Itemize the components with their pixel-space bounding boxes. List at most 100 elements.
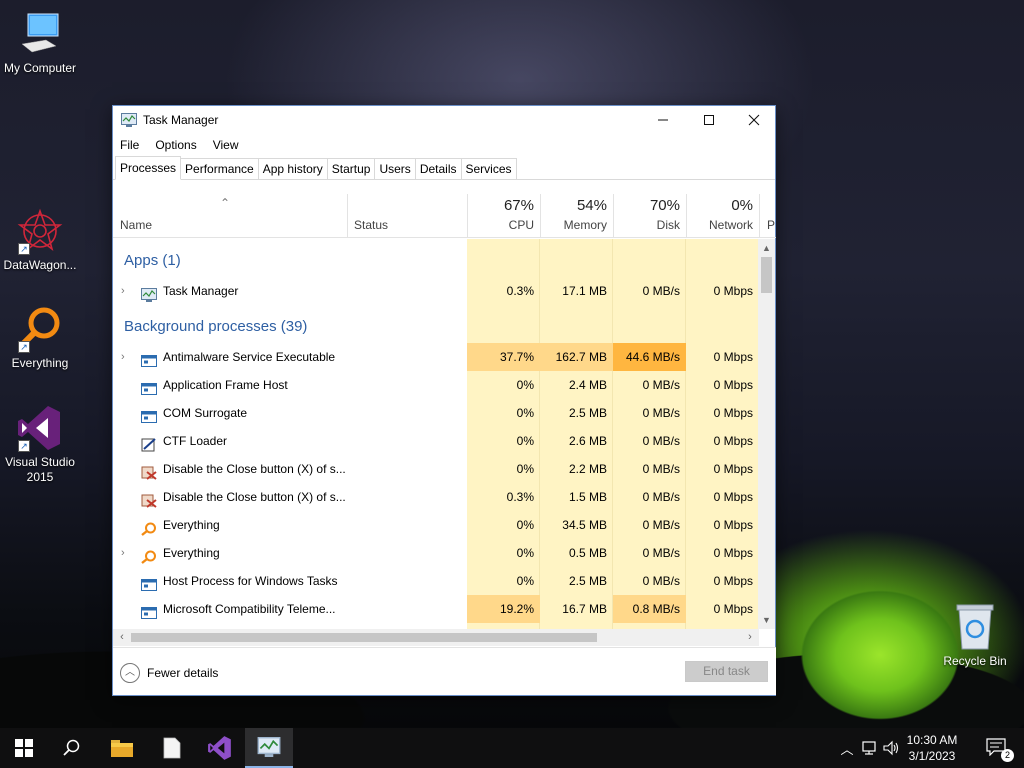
- task-manager-icon: [257, 737, 281, 757]
- taskbar-notepad[interactable]: [148, 728, 196, 768]
- network-value: 0 Mbps: [713, 462, 753, 476]
- process-row[interactable]: › Task Manager 0.3% 17.1 MB 0 MB/s 0 Mbps: [113, 277, 759, 305]
- process-row[interactable]: Disable the Close button (X) of s... 0% 2.…: [113, 455, 759, 483]
- disk-value: 0 MB/s: [642, 378, 680, 392]
- disk-value: 0 MB/s: [642, 490, 680, 504]
- tab-users[interactable]: Users: [374, 158, 416, 179]
- process-row[interactable]: CTF Loader 0% 2.6 MB 0 MB/s 0 Mbps: [113, 427, 759, 455]
- scroll-left-arrow-icon[interactable]: ‹: [115, 629, 129, 646]
- process-row[interactable]: Microsoft Compatibility Teleme... 19.2% 16…: [113, 595, 759, 623]
- end-task-button[interactable]: End task: [685, 661, 768, 682]
- taskbar-file-explorer[interactable]: [98, 728, 146, 768]
- column-header-status[interactable]: Status: [347, 194, 467, 238]
- memory-value: 0.5 MB: [568, 546, 607, 560]
- tab-startup[interactable]: Startup: [326, 158, 376, 179]
- horizontal-scrollbar[interactable]: ‹ ›: [113, 629, 759, 646]
- memory-value: 2.2 MB: [568, 462, 607, 476]
- desktop-icon-label: Recycle Bin: [943, 654, 1007, 668]
- tab-strip: Processes Performance App history Startu…: [113, 156, 775, 180]
- disk-value: 0 MB/s: [642, 406, 680, 420]
- notification-count-badge: 2: [1001, 749, 1014, 762]
- datawagon-icon: ↗: [16, 207, 64, 255]
- tab-details[interactable]: Details: [414, 158, 462, 179]
- process-name: Task Manager: [163, 284, 239, 298]
- window-title: Task Manager: [143, 113, 219, 127]
- desktop-icon-label: My Computer: [3, 61, 77, 75]
- tab-performance[interactable]: Performance: [180, 158, 259, 179]
- desktop-icon-datawagon[interactable]: ↗ DataWagon...: [0, 207, 80, 273]
- minimize-button[interactable]: [640, 106, 686, 134]
- clock-date: 3/1/2023: [908, 749, 956, 763]
- tab-services[interactable]: Services: [460, 158, 517, 179]
- tab-processes[interactable]: Processes: [115, 156, 182, 180]
- clock[interactable]: 10:30 AM 3/1/2023: [902, 732, 962, 764]
- process-row[interactable]: Disable the Close button (X) of s... 0.3%…: [113, 483, 759, 511]
- expand-chevron-right-icon[interactable]: ›: [121, 343, 131, 371]
- column-header-power[interactable]: P: [759, 194, 776, 238]
- process-row[interactable]: › Everything 0% 0.5 MB 0 MB/s 0 Mbps: [113, 539, 759, 567]
- process-row[interactable]: › Antimalware Service Executable 37.7% 162.…: [113, 343, 759, 371]
- taskbar-task-manager[interactable]: [245, 728, 293, 768]
- recycle-bin-icon: [951, 603, 999, 651]
- menu-file[interactable]: File: [119, 136, 140, 154]
- close-button[interactable]: [731, 106, 777, 134]
- search-button[interactable]: [48, 728, 96, 768]
- memory-value: 34.5 MB: [562, 518, 607, 532]
- desktop-icon-my-computer[interactable]: My Computer: [0, 10, 80, 76]
- service-window-icon: [141, 378, 157, 395]
- power-label-partial: P: [767, 218, 776, 232]
- title-bar[interactable]: Task Manager: [113, 106, 775, 134]
- scroll-up-arrow-icon[interactable]: ▲: [758, 241, 775, 255]
- column-header-memory[interactable]: 54% Memory: [540, 194, 613, 238]
- desktop-icon-recycle-bin[interactable]: Recycle Bin: [935, 603, 1015, 669]
- process-name-cell: › Task Manager: [113, 277, 349, 305]
- cpu-value: 0%: [516, 462, 534, 476]
- process-name-cell: CTF Loader: [113, 427, 349, 455]
- network-icon[interactable]: [860, 740, 878, 756]
- start-button[interactable]: [0, 728, 48, 768]
- footer: ︿ Fewer details End task: [113, 647, 776, 695]
- tab-app-history[interactable]: App history: [257, 158, 328, 179]
- process-row[interactable]: Host Process for Windows Tasks 0% 2.5 MB 0 …: [113, 567, 759, 595]
- disk-value: 0 MB/s: [642, 434, 680, 448]
- cpu-value: 0%: [516, 434, 534, 448]
- vertical-scroll-thumb[interactable]: [761, 257, 772, 293]
- column-header-name[interactable]: Name: [113, 194, 347, 238]
- memory-value: 2.5 MB: [568, 574, 607, 588]
- column-name-label: Name: [120, 218, 153, 232]
- taskbar-visual-studio[interactable]: [196, 728, 244, 768]
- desktop-icon-label: Everything: [11, 356, 69, 370]
- notification-center-button[interactable]: 2: [986, 738, 1014, 762]
- desktop-icon-visual-studio[interactable]: ↗ Visual Studio 2015: [0, 404, 80, 485]
- scroll-down-arrow-icon[interactable]: ▼: [758, 613, 775, 627]
- vertical-scrollbar[interactable]: ▲ ▼: [758, 239, 775, 629]
- expand-chevron-right-icon[interactable]: ›: [121, 539, 131, 567]
- scroll-right-arrow-icon[interactable]: ›: [743, 629, 757, 646]
- process-row[interactable]: Application Frame Host 0% 2.4 MB 0 MB/s 0 Mb…: [113, 371, 759, 399]
- maximize-button[interactable]: [686, 106, 732, 134]
- network-value: 0 Mbps: [713, 406, 753, 420]
- menu-view[interactable]: View: [212, 136, 240, 154]
- volume-icon[interactable]: [882, 740, 900, 756]
- column-header-cpu[interactable]: 67% CPU: [467, 194, 540, 238]
- menu-options[interactable]: Options: [154, 136, 197, 154]
- show-hidden-icons-chevron-icon[interactable]: ︿: [838, 739, 856, 758]
- fewer-details-button[interactable]: ︿ Fewer details: [120, 663, 218, 683]
- close-icon: [748, 114, 760, 126]
- cpu-value: 0%: [516, 546, 534, 560]
- horizontal-scroll-thumb[interactable]: [131, 633, 597, 642]
- column-header-network[interactable]: 0% Network: [686, 194, 759, 238]
- process-row[interactable]: COM Surrogate 0% 2.5 MB 0 MB/s 0 Mbps: [113, 399, 759, 427]
- group-header-background: Background processes (39): [124, 318, 308, 335]
- process-row[interactable]: Everything 0% 34.5 MB 0 MB/s 0 Mbps: [113, 511, 759, 539]
- everything-icon: [141, 518, 157, 536]
- everything-icon: ↗: [16, 305, 64, 353]
- desktop-icon-everything[interactable]: ↗ Everything: [0, 305, 80, 371]
- file-explorer-icon: [111, 740, 133, 757]
- column-header-disk[interactable]: 70% Disk: [613, 194, 686, 238]
- disk-value: 0 MB/s: [642, 462, 680, 476]
- process-name-cell: Disable the Close button (X) of s...: [113, 455, 349, 483]
- cpu-label: CPU: [508, 218, 534, 232]
- expand-chevron-right-icon[interactable]: ›: [121, 277, 131, 305]
- network-value: 0 Mbps: [713, 378, 753, 392]
